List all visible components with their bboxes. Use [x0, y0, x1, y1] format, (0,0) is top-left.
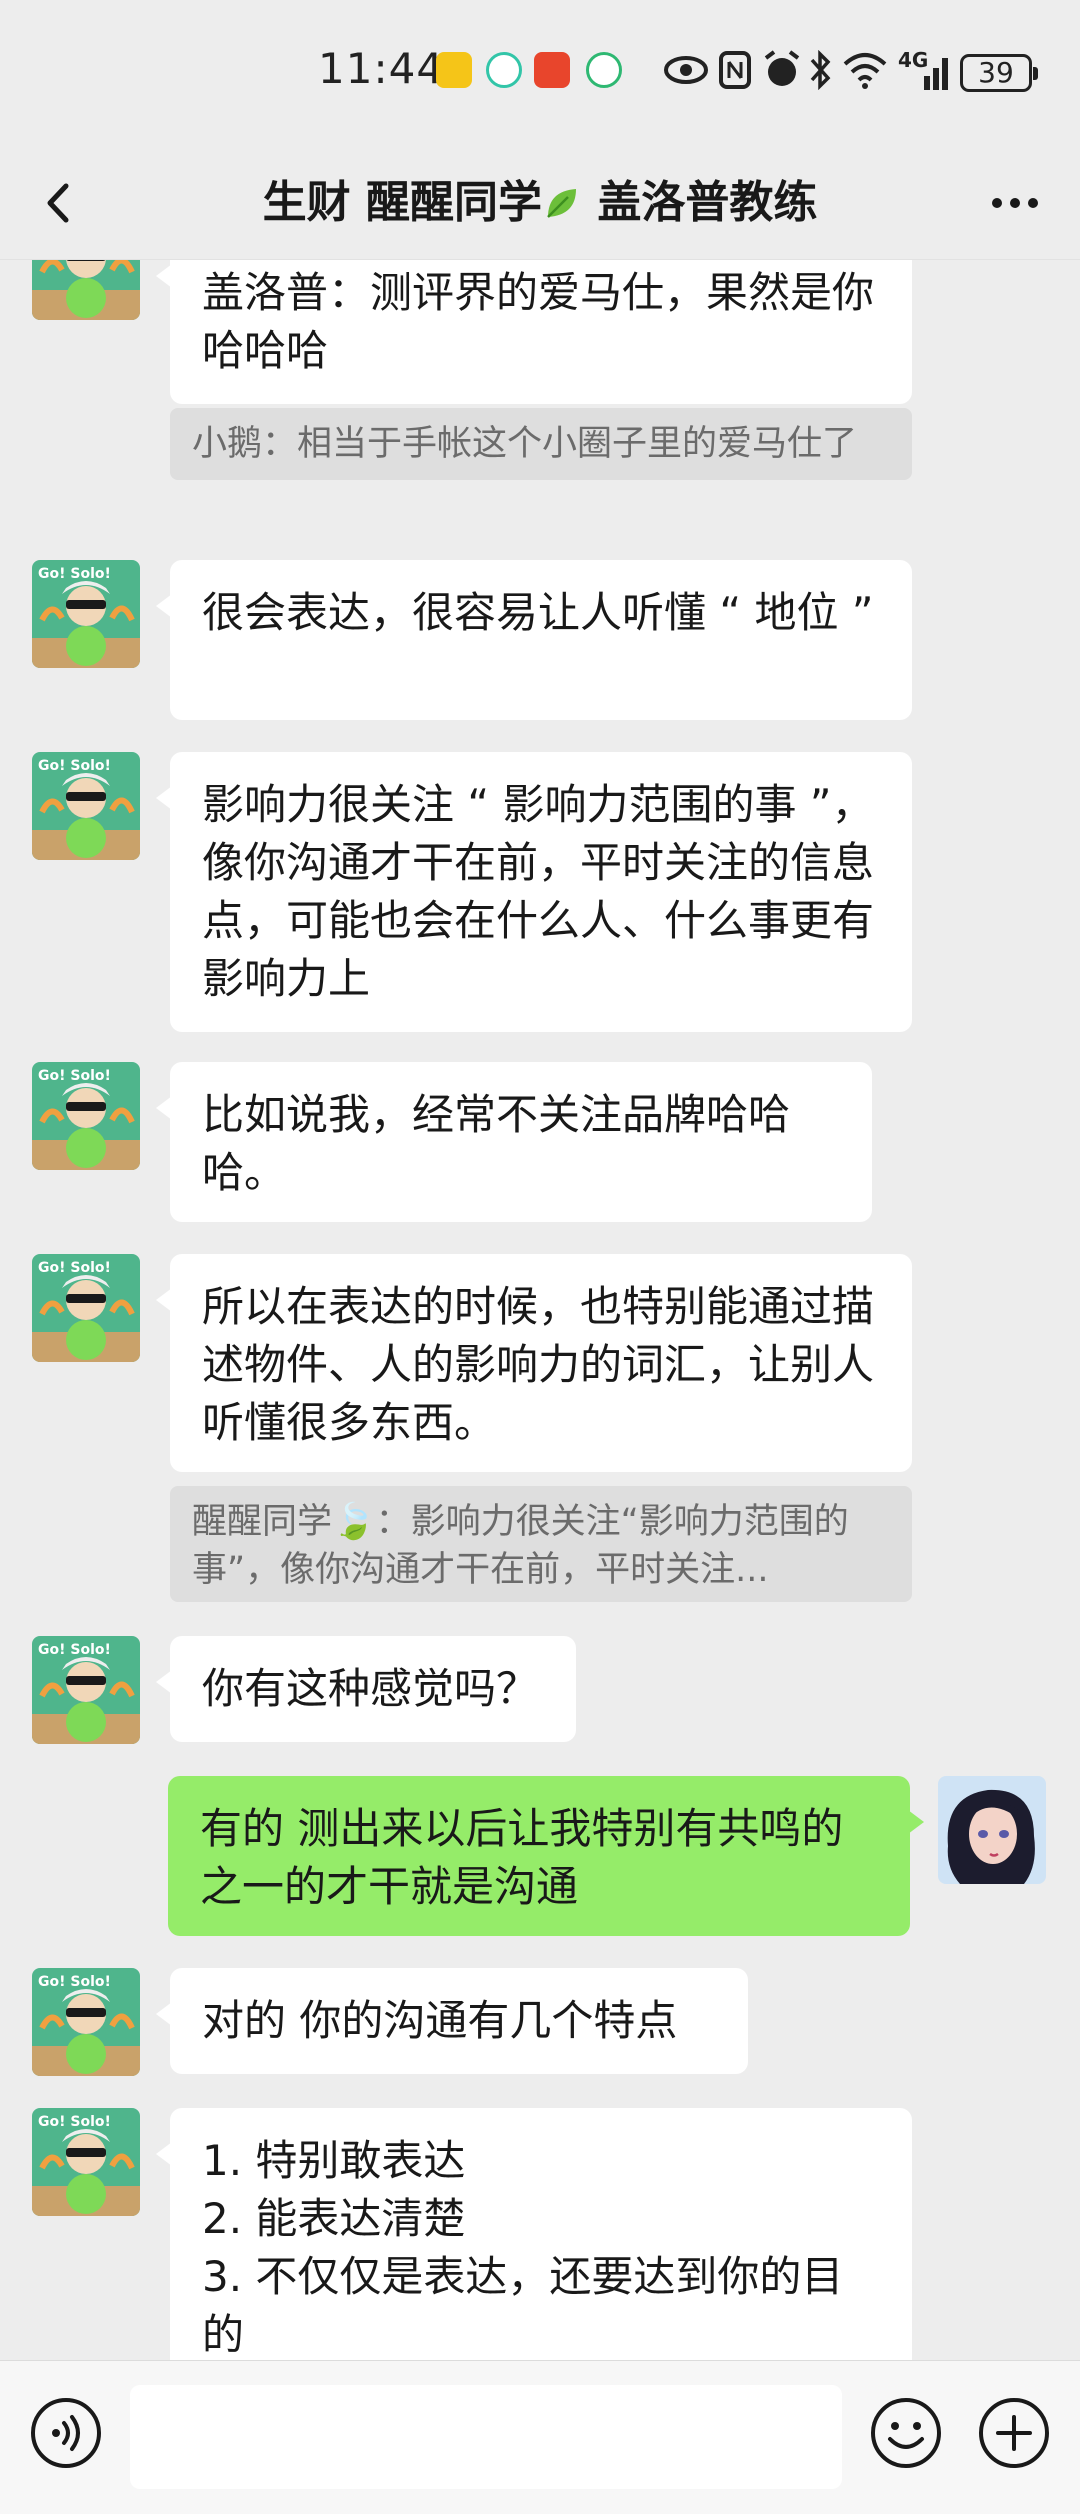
coach-avatar[interactable]: Go! Solo!	[32, 560, 140, 668]
taobao-icon	[534, 52, 570, 88]
signal-icon	[924, 58, 948, 90]
more-options-icon[interactable]	[980, 168, 1050, 238]
coach-avatar[interactable]: Go! Solo!	[32, 752, 140, 860]
list-item: 3. 不仅仅是表达，还要达到你的目的	[202, 2252, 844, 2359]
app2-notification-icon	[586, 52, 622, 88]
message-bubble[interactable]: 影响力很关注 “ 影响力范围的事 ”，像你沟通才干在前，平时关注的信息点，可能也…	[156, 752, 912, 1032]
svg-text:Go! Solo!: Go! Solo!	[38, 566, 111, 582]
svg-text:Go! Solo!: Go! Solo!	[38, 1642, 111, 1658]
add-more-icon[interactable]	[976, 2395, 1052, 2471]
bluetooth-icon	[810, 50, 831, 90]
svg-text:Go! Solo!: Go! Solo!	[38, 1974, 111, 1990]
message-input[interactable]	[130, 2385, 842, 2489]
input-bar	[0, 2360, 1080, 2514]
message-bubble[interactable]: 对的 你的沟通有几个特点	[156, 1968, 748, 2074]
eye-icon	[664, 56, 708, 84]
quoted-message[interactable]: 醒醒同学🍃：影响力很关注“影响力范围的事”，像你沟通才干在前，平时关注...	[170, 1486, 912, 1602]
coach-avatar[interactable]: Go! Solo!	[32, 1636, 140, 1744]
coach-avatar[interactable]: Go! Solo!	[32, 2108, 140, 2216]
coach-avatar[interactable]: Go! Solo!	[32, 260, 140, 320]
app-notification-icon	[486, 52, 522, 88]
svg-text:Go! Solo!: Go! Solo!	[38, 1260, 111, 1276]
back-arrow-icon[interactable]	[30, 168, 90, 238]
message-bubble[interactable]: 比如说我，经常不关注品牌哈哈哈。	[156, 1062, 872, 1222]
chat-title: 生财 醒醒同学 盖洛普教练	[120, 168, 960, 238]
coach-avatar[interactable]: Go! Solo!	[32, 1968, 140, 2076]
my-message-bubble[interactable]: 有的 测出来以后让我特别有共鸣的之一的才干就是沟通	[168, 1776, 924, 1936]
message-bubble[interactable]: 1. 特别敢表达 2. 能表达清楚 3. 不仅仅是表达，还要达到你的目的	[156, 2108, 912, 2360]
message-bubble[interactable]: 你有这种感觉吗？	[156, 1636, 576, 1742]
list-item: 2. 能表达清楚	[202, 2194, 466, 2243]
status-time: 11:44	[318, 44, 445, 93]
chat-title-part1: 生财 醒醒同学	[262, 177, 542, 228]
weibo-icon	[436, 52, 472, 88]
battery-indicator: 39	[960, 54, 1038, 92]
nfc-icon	[719, 51, 751, 89]
chat-title-part2: 盖洛普教练	[582, 177, 818, 228]
chat-header: 生财 醒醒同学 盖洛普教练	[0, 148, 1080, 260]
alarm-icon	[764, 50, 800, 86]
svg-text:Go! Solo!: Go! Solo!	[38, 758, 111, 774]
quoted-message[interactable]: 小鹅：相当于手帐这个小圈子里的爱马仕了	[170, 408, 912, 480]
coach-avatar[interactable]: Go! Solo!	[32, 1062, 140, 1170]
svg-text:Go! Solo!: Go! Solo!	[38, 1068, 111, 1084]
voice-input-icon[interactable]	[28, 2395, 104, 2471]
message-bubble[interactable]: 盖洛普：测评界的爱马仕，果然是你哈哈哈	[156, 260, 912, 404]
message-bubble[interactable]: 很会表达，很容易让人听懂 “ 地位 ”	[156, 560, 912, 720]
message-bubble[interactable]: 所以在表达的时候，也特别能通过描述物件、人的影响力的词汇，让别人听懂很多东西。	[156, 1254, 912, 1472]
wifi-icon	[843, 53, 887, 89]
emoji-icon[interactable]	[868, 2395, 944, 2471]
coach-avatar[interactable]: Go! Solo!	[32, 1254, 140, 1362]
my-avatar[interactable]	[938, 1776, 1046, 1884]
leaf-icon	[547, 189, 576, 218]
chat-message-list[interactable]: Go! Solo! 盖洛普：测评界的爱马仕，果然是你哈哈哈 小鹅：相当于手帐这个…	[0, 260, 1080, 2360]
list-item: 1. 特别敢表达	[202, 2136, 466, 2185]
status-bar: 11:44 4G 39	[0, 0, 1080, 148]
svg-text:Go! Solo!: Go! Solo!	[38, 2114, 111, 2130]
